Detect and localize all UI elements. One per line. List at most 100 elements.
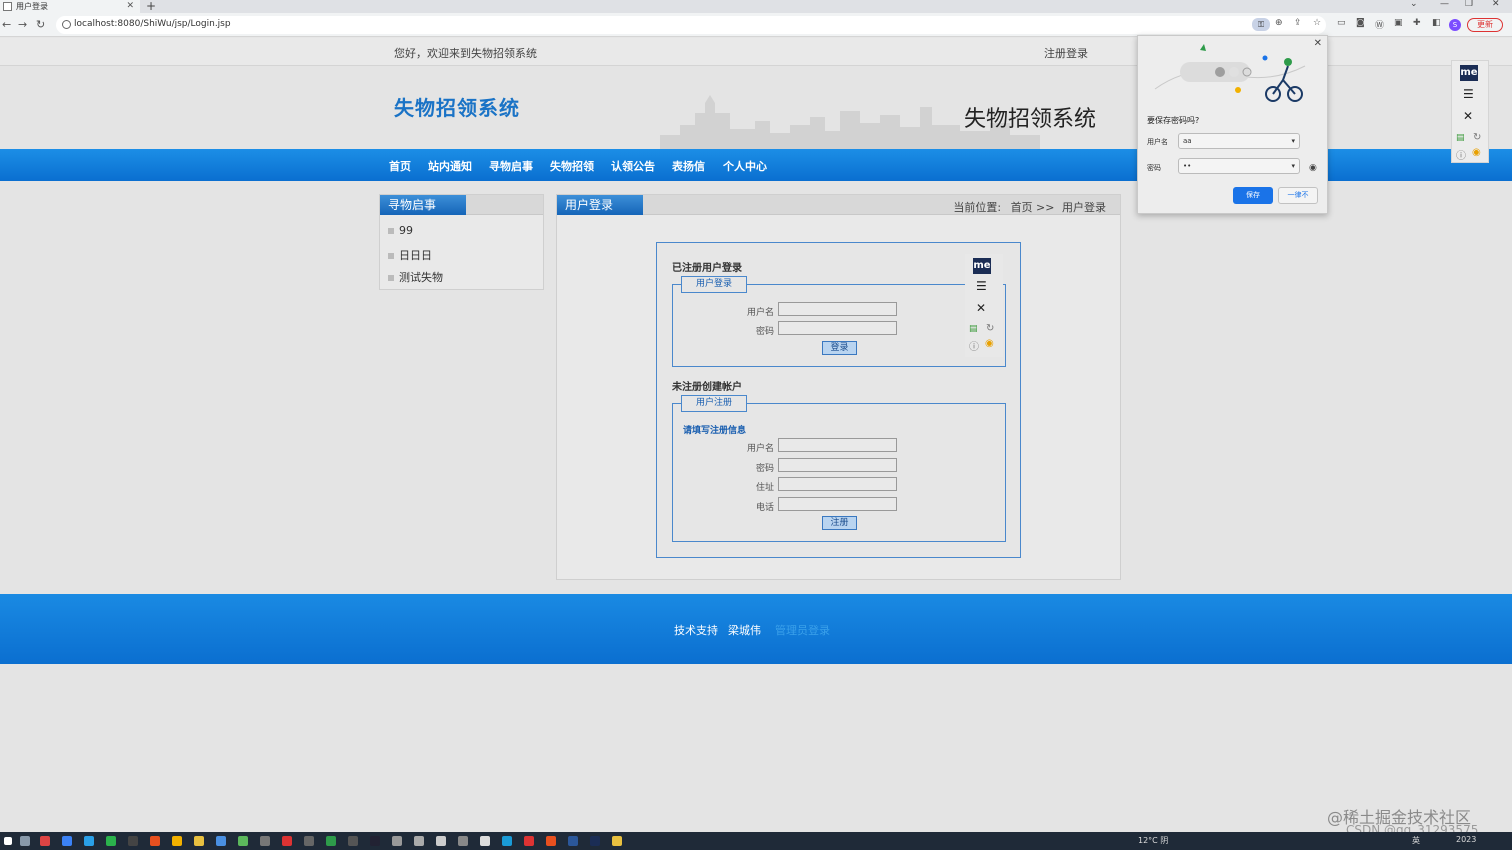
reg-password-input[interactable] (778, 458, 897, 472)
never-save-button[interactable]: 一律不 (1278, 187, 1318, 204)
login-fieldset: 用户登录 用户名 密码 登录 (672, 276, 1006, 367)
list-item[interactable]: 日日日 (388, 247, 432, 263)
app-icon[interactable] (612, 836, 622, 846)
camera-icon[interactable]: ◙ (1356, 18, 1365, 28)
search-icon[interactable] (20, 836, 30, 846)
login-password-input[interactable] (778, 321, 897, 335)
bookmark-star-icon[interactable]: ☆ (1313, 18, 1321, 28)
app-icon[interactable] (282, 836, 292, 846)
magic-wand-icon[interactable]: ✕ (1463, 109, 1473, 123)
refresh-icon[interactable]: ↻ (1473, 132, 1481, 143)
minimize-icon[interactable]: — (1440, 0, 1449, 9)
app-icon[interactable] (128, 836, 138, 846)
breadcrumb-current: 用户登录 (1062, 201, 1106, 214)
forward-icon[interactable]: → (18, 18, 27, 31)
magic-wand-icon[interactable]: ✕ (976, 301, 986, 315)
update-button[interactable]: 更新 (1467, 18, 1503, 32)
zoom-icon[interactable]: ⊕ (1275, 18, 1283, 28)
app-icon[interactable] (414, 836, 424, 846)
nav-claims[interactable]: 认领公告 (611, 158, 655, 174)
app-icon[interactable] (40, 836, 50, 846)
app-icon[interactable] (150, 836, 160, 846)
login-username-input[interactable] (778, 302, 897, 316)
breadcrumb-home[interactable]: 首页 >> (1011, 201, 1055, 214)
weather-text[interactable]: 12°C 阴 (1138, 835, 1168, 846)
refresh-icon[interactable]: ↻ (986, 323, 994, 334)
app-icon[interactable] (546, 836, 556, 846)
app-icon[interactable] (326, 836, 336, 846)
menu-icon[interactable]: ☰ (976, 279, 987, 293)
restore-icon[interactable]: ❐ (1465, 0, 1473, 9)
app-icon[interactable] (436, 836, 446, 846)
info-icon[interactable]: ⓘ (969, 338, 979, 353)
pw-password-select[interactable]: •• ▾ (1178, 158, 1300, 174)
app-icon[interactable] (392, 836, 402, 846)
fill-icon[interactable]: ▤ (969, 324, 978, 334)
tab-close-icon[interactable]: ✕ (126, 0, 134, 13)
w-extension-icon[interactable]: Ⓦ (1375, 18, 1384, 31)
nav-profile[interactable]: 个人中心 (723, 158, 767, 174)
nav-notices[interactable]: 站内通知 (428, 158, 472, 174)
fill-icon[interactable]: ▤ (1456, 133, 1465, 143)
menu-icon[interactable]: ☰ (1463, 87, 1474, 101)
save-password-button[interactable]: 保存 (1233, 187, 1273, 204)
reg-address-input[interactable] (778, 477, 897, 491)
app-icon[interactable] (62, 836, 72, 846)
site-footer: 技术支持 梁城伟 管理员登录 (0, 594, 1512, 664)
address-bar[interactable]: localhost:8080/ShiWu/jsp/Login.jsp (56, 16, 1326, 34)
nav-home[interactable]: 首页 (389, 158, 411, 174)
app-icon[interactable] (260, 836, 270, 846)
app-icon[interactable] (524, 836, 534, 846)
app-icon[interactable] (304, 836, 314, 846)
extension-icon[interactable]: ▭ (1337, 18, 1346, 28)
eye-icon[interactable]: ◉ (1472, 147, 1481, 158)
list-item[interactable]: 测试失物 (388, 269, 443, 285)
app-icon[interactable] (84, 836, 94, 846)
register-login-link[interactable]: 注册登录 (1044, 45, 1088, 61)
puzzle-icon[interactable]: ✚ (1413, 18, 1421, 28)
start-icon[interactable] (4, 837, 12, 845)
sidepanel-icon[interactable]: ◧ (1432, 18, 1441, 28)
window-close-icon[interactable]: ✕ (1492, 0, 1500, 9)
tab-search-icon[interactable]: ⌄ (1410, 0, 1418, 9)
new-tab-icon[interactable]: + (146, 0, 156, 13)
register-button[interactable]: 注册 (822, 516, 857, 530)
app-icon[interactable] (238, 836, 248, 846)
eye-icon[interactable]: ◉ (985, 338, 994, 349)
nav-praise[interactable]: 表扬信 (672, 158, 705, 174)
folder-icon[interactable] (194, 836, 204, 846)
image-icon[interactable]: ▣ (1394, 18, 1403, 28)
reg-username-input[interactable] (778, 438, 897, 452)
pw-username-select[interactable]: aa ▾ (1178, 133, 1300, 149)
back-icon[interactable]: ← (2, 18, 11, 31)
wechat-icon[interactable] (106, 836, 116, 846)
app-icon[interactable] (590, 836, 600, 846)
me-logo-icon[interactable]: me (973, 258, 991, 274)
admin-login-link[interactable]: 管理员登录 (775, 622, 830, 638)
share-icon[interactable]: ⇪ (1294, 18, 1302, 28)
list-item[interactable]: 99 (388, 224, 413, 237)
login-button[interactable]: 登录 (822, 341, 857, 355)
profile-avatar[interactable]: S (1449, 19, 1461, 31)
app-icon[interactable] (458, 836, 468, 846)
clock-year[interactable]: 2023 (1456, 835, 1476, 844)
show-password-eye-icon[interactable]: ◉ (1309, 163, 1317, 173)
nav-found-items[interactable]: 失物招领 (550, 158, 594, 174)
app-icon[interactable] (216, 836, 226, 846)
app-icon[interactable] (348, 836, 358, 846)
me-logo-icon[interactable]: me (1460, 65, 1478, 81)
language-indicator[interactable]: 英 (1412, 835, 1420, 846)
edge-icon[interactable] (502, 836, 512, 846)
chrome-icon[interactable] (172, 836, 182, 846)
app-icon[interactable] (370, 836, 380, 846)
word-icon[interactable] (568, 836, 578, 846)
site-info-icon[interactable] (62, 20, 71, 29)
app-icon[interactable] (480, 836, 490, 846)
info-icon[interactable]: ⓘ (1456, 147, 1466, 162)
reload-icon[interactable]: ↻ (36, 18, 45, 31)
nav-lost-items[interactable]: 寻物启事 (489, 158, 533, 174)
dialog-close-icon[interactable]: ✕ (1314, 38, 1322, 49)
reg-phone-input[interactable] (778, 497, 897, 511)
browser-tab[interactable]: 用户登录 ✕ (0, 0, 140, 13)
password-key-icon[interactable]: ⚿ (1252, 18, 1270, 31)
